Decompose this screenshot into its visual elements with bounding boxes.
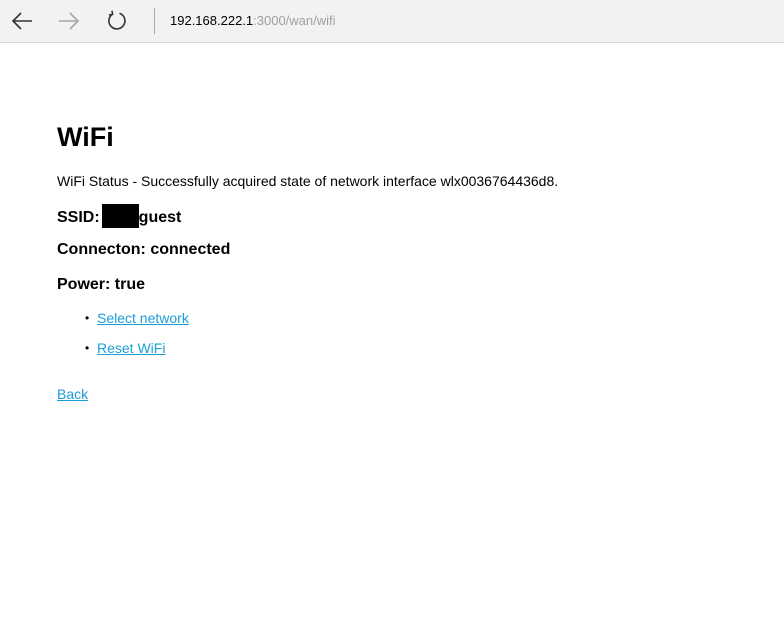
connection-status: Connecton: connected (57, 241, 231, 258)
address-host: 192.168.222.1 (170, 13, 254, 28)
address-path: :3000/wan/wifi (253, 13, 336, 28)
page-title: WiFi (57, 122, 114, 152)
bullet-icon: • (85, 341, 90, 355)
reset-wifi-link[interactable]: Reset WiFi (97, 338, 165, 358)
refresh-icon (108, 10, 126, 30)
forward-button[interactable] (53, 6, 85, 36)
ssid-value: guest (138, 209, 182, 226)
address-bar[interactable]: 192.168.222.1:3000/wan/wifi (170, 13, 336, 29)
ssid-line: SSID: guest (57, 204, 181, 228)
back-button[interactable] (6, 6, 38, 36)
select-network-link[interactable]: Select network (97, 308, 189, 328)
back-link[interactable]: Back (57, 384, 88, 404)
back-arrow-icon (11, 12, 32, 30)
refresh-button[interactable] (101, 6, 133, 36)
power-status: Power: true (57, 276, 146, 293)
redacted-block (101, 204, 139, 228)
bullet-icon: • (85, 311, 90, 325)
forward-arrow-icon (59, 12, 80, 30)
browser-toolbar: 192.168.222.1:3000/wan/wifi (0, 0, 784, 43)
toolbar-divider (154, 8, 155, 34)
ssid-label: SSID: (57, 209, 100, 226)
wifi-status-text: WiFi Status - Successfully acquired stat… (57, 173, 559, 189)
